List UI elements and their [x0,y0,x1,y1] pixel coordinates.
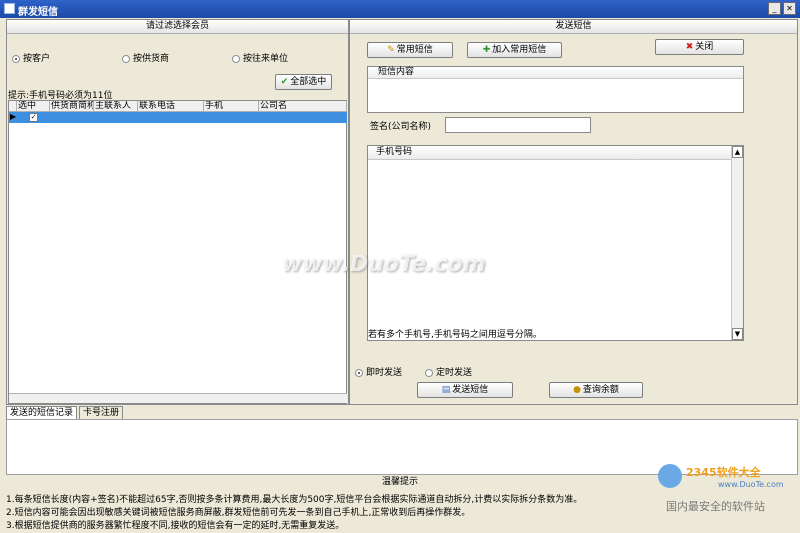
column-header[interactable]: 手机 [204,101,259,112]
phone-list-box[interactable]: 手机号码 若有多个手机号,手机号码之间用逗号分隔。 ▲ ▼ [367,145,744,341]
radio-icon [425,368,433,377]
close-window-button[interactable]: ✕ [783,2,796,15]
column-header[interactable]: 主联系人 [94,101,138,112]
notes-line: 2.短信内容可能会因出现敏感关键词被短信服务商屏蔽,群发短信前可先发一条到自己手… [6,508,471,518]
check-balance-button[interactable]: ● 查询余额 [549,382,643,398]
phone-list-label: 手机号码 [368,146,743,160]
watermark-text: www.DuoTe.com [282,252,486,277]
logo-url: www.DuoTe.com [718,480,784,489]
close-button[interactable]: ✖ 关闭 [655,39,744,55]
sms-content-label: 短信内容 [368,67,743,79]
minimize-button[interactable]: _ [768,2,781,15]
logo-subtitle: 国内最安全的软件站 [666,500,765,513]
pencil-icon: ✎ [387,45,395,55]
column-header[interactable]: 选中 [17,101,50,112]
notes-line: 1.每条短信长度(内容+签名)不能超过65字,否则按多条计算费用,最大长度为50… [6,495,583,505]
coin-icon: ● [573,385,581,395]
radio-icon [12,54,20,63]
close-icon: ✖ [685,42,694,52]
sms-content-box[interactable]: 短信内容 [367,66,744,113]
schedule-option[interactable]: 定时发送 [425,365,472,378]
radio-icon [355,368,363,377]
filter-customer-option[interactable]: 按客户 [12,51,50,64]
check-icon: ✔ [280,77,289,87]
row-checkbox[interactable]: ✓ [29,113,38,122]
add-icon: ✚ [482,45,491,55]
app-icon [4,3,15,14]
scroll-down-icon[interactable]: ▼ [732,328,743,340]
send-sms-header: 发送短信 [350,20,797,34]
row-indicator-header [9,101,17,112]
common-sms-button[interactable]: ✎ 常用短信 [367,42,453,58]
phone-list-hint: 若有多个手机号,手机号码之间用逗号分隔。 [368,330,542,340]
logo-text: 2345软件大全 [686,466,761,479]
signature-label: 签名(公司名称) [370,122,432,132]
signature-input[interactable] [445,117,591,133]
filter-partner-option[interactable]: 按往来单位 [232,51,288,64]
scroll-up-icon[interactable]: ▲ [732,146,743,158]
send-now-option[interactable]: 即时发送 [355,365,402,378]
table-row[interactable]: ▶ ✓ [9,112,347,123]
table-footer [9,393,347,403]
select-all-button[interactable]: ✔ 全部选中 [275,74,332,90]
column-header[interactable]: 联系电话 [138,101,204,112]
member-filter-header: 请过滤选择会员 [7,20,348,34]
row-pointer-icon: ▶ [10,112,17,121]
window-title: 群发短信 [18,7,58,18]
radio-icon [122,54,130,63]
watermark-logo: 2345软件大全 www.DuoTe.com 国内最安全的软件站 [658,460,796,518]
logo-icon [658,464,682,488]
scrollbar[interactable]: ▲ ▼ [731,146,743,340]
add-common-sms-button[interactable]: ✚ 加入常用短信 [467,42,562,58]
tab-sent-records[interactable]: 发送的短信记录 [6,406,78,419]
send-sms-button[interactable]: ▤ 发送短信 [417,382,513,398]
send-icon: ▤ [441,385,451,395]
title-bar: 群发短信 _ ✕ [0,0,800,18]
filter-supplier-option[interactable]: 按供货商 [122,51,169,64]
column-header[interactable]: 公司名 [259,101,347,112]
tab-card-register[interactable]: 卡号注册 [79,406,124,419]
radio-icon [232,54,240,63]
notes-line: 3.根据短信提供商的服务器繁忙程度不同,接收的短信会有一定的延时,无需重复发送。 [6,521,345,531]
column-header[interactable]: 供货商简称 [50,101,94,112]
